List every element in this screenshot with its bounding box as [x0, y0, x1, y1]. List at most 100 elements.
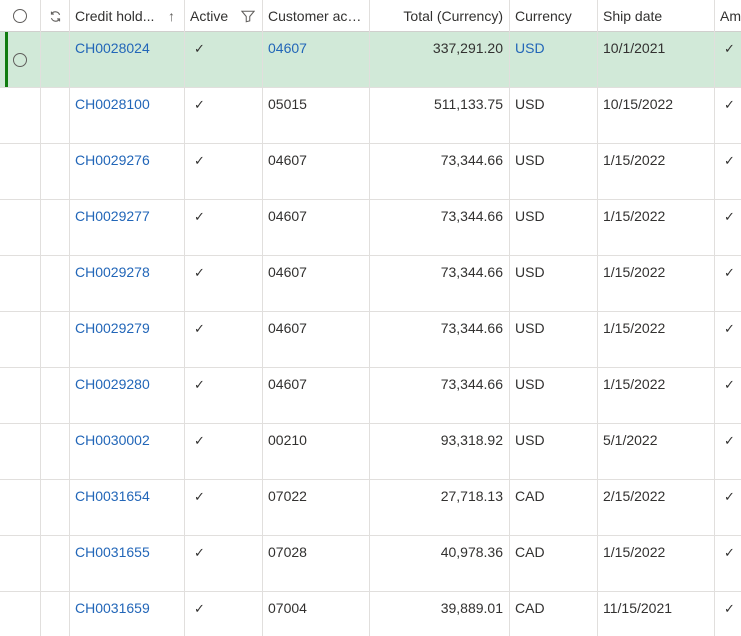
currency-value[interactable]: USD	[515, 152, 545, 168]
column-header-customer-account[interactable]: Customer acc...	[263, 0, 370, 32]
customer-account-value[interactable]: 04607	[268, 320, 307, 336]
currency-cell[interactable]: CAD	[510, 480, 598, 535]
credit-hold-link[interactable]: CH0029276	[75, 152, 150, 168]
currency-value[interactable]: USD	[515, 96, 545, 112]
refresh-icon[interactable]	[49, 10, 62, 23]
row-select-cell[interactable]	[0, 256, 41, 311]
currency-value[interactable]: CAD	[515, 600, 545, 616]
customer-account-value[interactable]: 04607	[268, 264, 307, 280]
currency-cell[interactable]: USD	[510, 368, 598, 423]
credit-hold-cell[interactable]: CH0029278	[70, 256, 185, 311]
customer-account-cell[interactable]: 04607	[263, 144, 370, 199]
customer-account-cell[interactable]: 04607	[263, 256, 370, 311]
select-all-radio-icon[interactable]	[13, 9, 27, 23]
sort-ascending-icon[interactable]: ↑	[168, 8, 179, 24]
customer-account-value[interactable]: 00210	[268, 432, 307, 448]
credit-hold-cell[interactable]: CH0029279	[70, 312, 185, 367]
credit-hold-link[interactable]: CH0029278	[75, 264, 150, 280]
credit-hold-link[interactable]: CH0031655	[75, 544, 150, 560]
table-row[interactable]: CH0031654 ✓ 07022 27,718.13 CAD 2/15/202…	[0, 480, 741, 536]
row-select-cell[interactable]	[0, 368, 41, 423]
customer-account-value[interactable]: 04607	[268, 40, 307, 56]
customer-account-cell[interactable]: 04607	[263, 312, 370, 367]
credit-hold-cell[interactable]: CH0029276	[70, 144, 185, 199]
credit-hold-cell[interactable]: CH0028100	[70, 88, 185, 143]
credit-hold-link[interactable]: CH0029279	[75, 320, 150, 336]
currency-cell[interactable]: CAD	[510, 592, 598, 636]
credit-hold-link[interactable]: CH0031659	[75, 600, 150, 616]
row-select-radio-icon[interactable]	[13, 52, 27, 67]
currency-value[interactable]: USD	[515, 264, 545, 280]
credit-hold-link[interactable]: CH0028100	[75, 96, 150, 112]
credit-hold-link[interactable]: CH0030002	[75, 432, 150, 448]
row-select-cell[interactable]	[0, 536, 41, 591]
row-select-cell[interactable]	[0, 144, 41, 199]
currency-value[interactable]: USD	[515, 40, 545, 56]
credit-hold-link[interactable]: CH0028024	[75, 40, 150, 56]
credit-hold-cell[interactable]: CH0029280	[70, 368, 185, 423]
customer-account-cell[interactable]: 07022	[263, 480, 370, 535]
currency-value[interactable]: CAD	[515, 544, 545, 560]
credit-hold-link[interactable]: CH0029277	[75, 208, 150, 224]
currency-value[interactable]: USD	[515, 208, 545, 224]
currency-cell[interactable]: USD	[510, 312, 598, 367]
row-select-cell[interactable]	[0, 592, 41, 636]
customer-account-value[interactable]: 07022	[268, 488, 307, 504]
currency-cell[interactable]: CAD	[510, 536, 598, 591]
credit-hold-cell[interactable]: CH0028024	[70, 32, 185, 87]
customer-account-value[interactable]: 04607	[268, 152, 307, 168]
column-header-ship-date[interactable]: Ship date	[598, 0, 715, 32]
credit-hold-cell[interactable]: CH0029277	[70, 200, 185, 255]
column-header-active[interactable]: Active	[185, 0, 263, 32]
credit-hold-cell[interactable]: CH0031659	[70, 592, 185, 636]
currency-cell[interactable]: USD	[510, 200, 598, 255]
row-select-cell[interactable]	[0, 88, 41, 143]
credit-hold-link[interactable]: CH0031654	[75, 488, 150, 504]
table-row[interactable]: CH0028100 ✓ 05015 511,133.75 USD 10/15/2…	[0, 88, 741, 144]
column-header-amount[interactable]: Am	[715, 0, 741, 32]
table-row[interactable]: CH0030002 ✓ 00210 93,318.92 USD 5/1/2022…	[0, 424, 741, 480]
table-row[interactable]: CH0031659 ✓ 07004 39,889.01 CAD 11/15/20…	[0, 592, 741, 636]
table-row[interactable]: CH0031655 ✓ 07028 40,978.36 CAD 1/15/202…	[0, 536, 741, 592]
currency-cell[interactable]: USD	[510, 32, 598, 87]
customer-account-cell[interactable]: 07004	[263, 592, 370, 636]
currency-value[interactable]: USD	[515, 376, 545, 392]
credit-hold-link[interactable]: CH0029280	[75, 376, 150, 392]
currency-cell[interactable]: USD	[510, 88, 598, 143]
table-row-selected[interactable]: CH0028024 ✓ 04607 337,291.20 USD 10/1/20…	[0, 32, 741, 88]
currency-cell[interactable]: USD	[510, 424, 598, 479]
customer-account-value[interactable]: 05015	[268, 96, 307, 112]
row-select-cell[interactable]	[0, 424, 41, 479]
customer-account-cell[interactable]: 05015	[263, 88, 370, 143]
currency-value[interactable]: USD	[515, 432, 545, 448]
table-row[interactable]: CH0029277 ✓ 04607 73,344.66 USD 1/15/202…	[0, 200, 741, 256]
credit-hold-cell[interactable]: CH0031654	[70, 480, 185, 535]
row-select-cell[interactable]	[0, 200, 41, 255]
row-select-cell[interactable]	[0, 32, 41, 87]
customer-account-value[interactable]: 07004	[268, 600, 307, 616]
currency-value[interactable]: USD	[515, 320, 545, 336]
column-header-total[interactable]: Total (Currency)	[370, 0, 510, 32]
select-all-cell[interactable]	[0, 0, 41, 32]
table-row[interactable]: CH0029278 ✓ 04607 73,344.66 USD 1/15/202…	[0, 256, 741, 312]
table-row[interactable]: CH0029276 ✓ 04607 73,344.66 USD 1/15/202…	[0, 144, 741, 200]
currency-cell[interactable]: USD	[510, 256, 598, 311]
customer-account-cell[interactable]: 07028	[263, 536, 370, 591]
row-select-cell[interactable]	[0, 480, 41, 535]
credit-hold-cell[interactable]: CH0030002	[70, 424, 185, 479]
customer-account-value[interactable]: 04607	[268, 376, 307, 392]
currency-cell[interactable]: USD	[510, 144, 598, 199]
customer-account-value[interactable]: 07028	[268, 544, 307, 560]
filter-icon[interactable]	[241, 10, 257, 23]
table-row[interactable]: CH0029279 ✓ 04607 73,344.66 USD 1/15/202…	[0, 312, 741, 368]
column-header-currency[interactable]: Currency	[510, 0, 598, 32]
customer-account-value[interactable]: 04607	[268, 208, 307, 224]
refresh-cell[interactable]	[41, 0, 70, 32]
currency-value[interactable]: CAD	[515, 488, 545, 504]
customer-account-cell[interactable]: 00210	[263, 424, 370, 479]
table-row[interactable]: CH0029280 ✓ 04607 73,344.66 USD 1/15/202…	[0, 368, 741, 424]
customer-account-cell[interactable]: 04607	[263, 200, 370, 255]
customer-account-cell[interactable]: 04607	[263, 32, 370, 87]
column-header-credit-hold[interactable]: Credit hold... ↑	[70, 0, 185, 32]
credit-hold-cell[interactable]: CH0031655	[70, 536, 185, 591]
